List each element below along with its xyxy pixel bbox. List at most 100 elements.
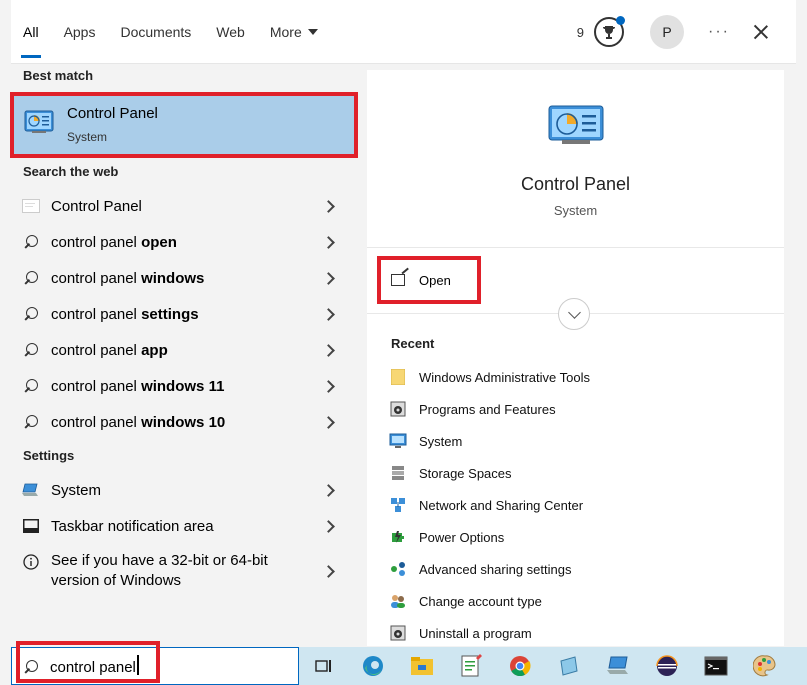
web-result-open[interactable]: control panel open xyxy=(11,224,351,260)
web-result-bold: app xyxy=(141,341,168,359)
settings-result-label: System xyxy=(51,481,102,499)
search-window: All Apps Documents Web More 9 P ··· Best… xyxy=(0,0,807,685)
web-result-control-panel[interactable]: Control Panel xyxy=(11,188,351,224)
text-caret xyxy=(137,655,139,675)
search-icon xyxy=(24,307,38,321)
tab-more[interactable]: More xyxy=(270,0,318,64)
app-icon xyxy=(559,656,578,676)
web-result-prefix: control panel xyxy=(51,341,142,359)
open-button[interactable]: Open xyxy=(377,256,481,304)
chevron-right-icon[interactable] xyxy=(322,564,335,578)
tab-web[interactable]: Web xyxy=(216,0,245,64)
web-result-bold: windows xyxy=(141,269,205,287)
power-icon xyxy=(392,531,404,543)
best-match-header: Best match xyxy=(23,68,94,83)
edge-icon xyxy=(362,656,383,676)
recent-item-label: Advanced sharing settings xyxy=(419,561,572,577)
settings-result-taskbar[interactable]: Taskbar notification area xyxy=(11,508,351,544)
tab-all[interactable]: All xyxy=(21,0,41,64)
search-icon xyxy=(24,343,38,357)
folder-icon xyxy=(391,369,405,385)
web-result-prefix: control panel xyxy=(51,377,142,395)
best-match-control-panel[interactable]: Control Panel System xyxy=(10,92,358,158)
recent-item-label: Windows Administrative Tools xyxy=(419,369,590,385)
recent-item-programs-features[interactable]: Programs and Features xyxy=(389,397,556,421)
network-icon xyxy=(391,498,405,512)
search-icon xyxy=(24,379,38,393)
top-right-controls: 9 P ··· xyxy=(577,0,796,64)
monitor-icon xyxy=(389,433,407,448)
settings-header: Settings xyxy=(23,448,75,463)
chevron-right-icon[interactable] xyxy=(322,235,335,249)
taskbar-edge[interactable] xyxy=(348,647,397,685)
chevron-right-icon[interactable] xyxy=(322,343,335,357)
web-result-settings[interactable]: control panel settings xyxy=(11,296,351,332)
taskbar-file-explorer[interactable] xyxy=(397,647,446,685)
laptop-app-icon xyxy=(606,656,628,674)
terminal-icon xyxy=(704,656,727,676)
search-icon xyxy=(24,235,38,249)
recent-item-admin-tools[interactable]: Windows Administrative Tools xyxy=(389,365,590,389)
web-result-windows-11[interactable]: control panel windows 11 xyxy=(11,368,351,404)
search-box xyxy=(11,647,299,685)
taskbar-icon xyxy=(23,519,39,533)
recent-item-network-sharing[interactable]: Network and Sharing Center xyxy=(389,493,583,517)
chevron-right-icon[interactable] xyxy=(322,483,335,497)
search-input[interactable] xyxy=(50,656,280,678)
chevron-right-icon[interactable] xyxy=(322,199,335,213)
taskbar-paint[interactable] xyxy=(740,647,789,685)
best-match-subtitle: System xyxy=(67,130,108,144)
laptop-icon xyxy=(22,483,38,496)
close-icon[interactable] xyxy=(750,21,772,43)
taskbar-app[interactable] xyxy=(544,647,593,685)
chevron-right-icon[interactable] xyxy=(322,307,335,321)
recent-item-system[interactable]: System xyxy=(389,429,462,453)
tab-documents[interactable]: Documents xyxy=(120,0,191,64)
web-result-prefix: control panel xyxy=(51,233,142,251)
web-result-windows[interactable]: control panel windows xyxy=(11,260,351,296)
recent-item-power-options[interactable]: Power Options xyxy=(389,525,504,549)
web-result-prefix: control panel xyxy=(51,305,142,323)
recent-item-storage-spaces[interactable]: Storage Spaces xyxy=(389,461,512,485)
recent-item-label: Network and Sharing Center xyxy=(419,497,584,513)
recent-item-uninstall[interactable]: Uninstall a program xyxy=(389,621,532,645)
rewards-trophy-icon[interactable] xyxy=(594,16,626,47)
chevron-right-icon[interactable] xyxy=(322,379,335,393)
expand-button[interactable] xyxy=(558,298,590,330)
control-panel-large-icon xyxy=(548,104,604,153)
recent-item-label: Power Options xyxy=(419,529,505,545)
taskbar-laptop-app[interactable] xyxy=(593,647,642,685)
paint-icon xyxy=(752,655,776,677)
results-panel: Best match Control Panel System Search t… xyxy=(10,64,367,646)
taskbar-terminal[interactable] xyxy=(691,647,740,685)
recent-item-advanced-sharing[interactable]: Advanced sharing settings xyxy=(389,557,571,581)
chevron-right-icon[interactable] xyxy=(322,519,335,533)
more-options-icon[interactable]: ··· xyxy=(708,23,730,41)
recent-item-label: System xyxy=(419,433,463,449)
taskbar xyxy=(299,647,807,685)
taskbar-chrome[interactable] xyxy=(495,647,544,685)
web-result-app[interactable]: control panel app xyxy=(11,332,351,368)
chevron-right-icon[interactable] xyxy=(322,415,335,429)
web-result-windows-10[interactable]: control panel windows 10 xyxy=(11,404,351,440)
tab-apps[interactable]: Apps xyxy=(64,0,96,64)
best-match-title: Control Panel xyxy=(67,105,158,122)
recent-item-account-type[interactable]: Change account type xyxy=(389,589,542,613)
open-external-icon xyxy=(391,274,405,286)
settings-result-bitness[interactable]: See if you have a 32-bit or 64-bit versi… xyxy=(11,544,351,598)
taskbar-task-view[interactable] xyxy=(299,647,348,685)
eclipse-icon xyxy=(655,655,678,676)
taskbar-notepad[interactable] xyxy=(446,647,495,685)
settings-result-system[interactable]: System xyxy=(11,472,351,508)
settings-result-label: Taskbar notification area xyxy=(51,517,214,535)
info-icon xyxy=(23,554,39,570)
chrome-icon xyxy=(509,656,531,677)
task-view-icon xyxy=(314,660,331,672)
web-result-bold: windows 11 xyxy=(141,377,225,395)
details-subtitle: System xyxy=(553,203,598,218)
avatar[interactable]: P xyxy=(650,15,685,49)
search-web-header: Search the web xyxy=(23,164,119,179)
web-result-label: Control Panel xyxy=(51,197,142,215)
taskbar-eclipse[interactable] xyxy=(642,647,691,685)
chevron-right-icon[interactable] xyxy=(322,271,335,285)
